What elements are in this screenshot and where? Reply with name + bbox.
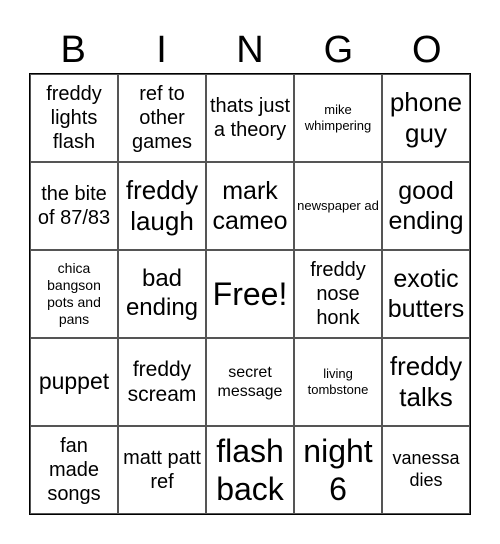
bingo-cell[interactable]: exotic butters <box>382 250 470 338</box>
cell-label: living tombstone <box>307 366 369 397</box>
cell-label: Free! <box>212 275 288 312</box>
cell-label: freddy scream <box>127 357 197 406</box>
bingo-cell[interactable]: good ending <box>382 162 470 250</box>
bingo-cell[interactable]: freddy lights flash <box>30 74 118 162</box>
bingo-cell[interactable]: freddy talks <box>382 338 470 426</box>
free-space-cell[interactable]: Free! <box>206 250 294 338</box>
cell-label: mike whimpering <box>304 102 372 133</box>
bingo-cell[interactable]: freddy nose honk <box>294 250 382 338</box>
bingo-cell[interactable]: ref to other games <box>118 74 206 162</box>
bingo-cell[interactable]: thats just a theory <box>206 74 294 162</box>
bingo-cell[interactable]: fan made songs <box>30 426 118 514</box>
bingo-cell[interactable]: flash back <box>206 426 294 514</box>
bingo-cell[interactable]: freddy laugh <box>118 162 206 250</box>
bingo-cell[interactable]: mark cameo <box>206 162 294 250</box>
bingo-cell[interactable]: chica bangson pots and pans <box>30 250 118 338</box>
cell-label: ref to other games <box>131 83 193 153</box>
bingo-cell[interactable]: matt patt ref <box>118 426 206 514</box>
cell-label: matt patt ref <box>123 447 201 493</box>
bingo-cell[interactable]: secret message <box>206 338 294 426</box>
header-letter-o: O <box>411 29 442 71</box>
header-letter-n: N <box>236 29 264 71</box>
bingo-cell[interactable]: phone guy <box>382 74 470 162</box>
cell-label: exotic butters <box>387 265 465 323</box>
cell-label: freddy talks <box>389 350 463 412</box>
header-letter-b: B <box>60 29 86 71</box>
cell-label: fan made songs <box>47 435 101 505</box>
header-letter-i: I <box>156 29 167 71</box>
bingo-cell[interactable]: newspaper ad <box>294 162 382 250</box>
cell-label: mark cameo <box>212 177 288 235</box>
cell-label: secret message <box>217 363 283 400</box>
header-letter-g: G <box>323 29 354 71</box>
cell-label: freddy nose honk <box>310 259 366 329</box>
cell-label: vanessa dies <box>392 448 460 490</box>
bingo-cell[interactable]: living tombstone <box>294 338 382 426</box>
bingo-cell[interactable]: bad ending <box>118 250 206 338</box>
cell-label: phone guy <box>389 86 463 148</box>
cell-label: the bite of 87/83 <box>37 183 111 229</box>
cell-label: freddy lights flash <box>46 83 102 153</box>
bingo-grid: freddy lights flash ref to other games tha… <box>29 73 471 515</box>
cell-label: newspaper ad <box>297 198 379 214</box>
bingo-cell[interactable]: the bite of 87/83 <box>30 162 118 250</box>
bingo-cell[interactable]: puppet <box>30 338 118 426</box>
cell-label: good ending <box>388 177 464 235</box>
cell-label: puppet <box>38 368 110 395</box>
cell-label: night 6 <box>303 432 373 507</box>
cell-label: freddy laugh <box>125 174 199 236</box>
bingo-cell[interactable]: vanessa dies <box>382 426 470 514</box>
cell-label: thats just a theory <box>209 95 291 141</box>
bingo-cell[interactable]: freddy scream <box>118 338 206 426</box>
cell-label: chica bangson pots and pans <box>47 260 101 327</box>
cell-label: flash back <box>216 432 284 507</box>
bingo-cell[interactable]: night 6 <box>294 426 382 514</box>
cell-label: bad ending <box>125 265 199 321</box>
bingo-cell[interactable]: mike whimpering <box>294 74 382 162</box>
bingo-header: B I N G O <box>29 28 471 73</box>
